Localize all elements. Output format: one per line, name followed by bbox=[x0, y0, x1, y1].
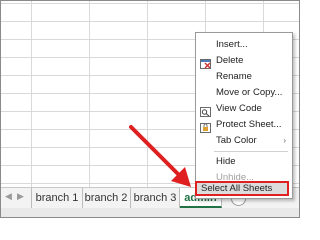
protect-sheet-icon bbox=[200, 120, 211, 133]
menu-item-label: Insert... bbox=[216, 39, 248, 50]
menu-separator bbox=[214, 151, 288, 152]
sheet-context-menu: Insert... Delete Rename Move or Copy... … bbox=[195, 32, 293, 199]
menu-item-tab-color[interactable]: Tab Color › bbox=[196, 133, 292, 149]
menu-item-view-code[interactable]: View Code bbox=[196, 101, 292, 117]
menu-item-move-or-copy[interactable]: Move or Copy... bbox=[196, 85, 292, 101]
delete-sheet-icon bbox=[200, 56, 211, 69]
excel-window: ◀ ▶ branch 1 branch 2 branch 3 admin + I… bbox=[0, 0, 300, 218]
menu-item-label: Delete bbox=[216, 55, 244, 66]
view-code-icon bbox=[200, 104, 211, 117]
menu-item-label: Tab Color bbox=[216, 135, 257, 146]
menu-item-label: Hide bbox=[216, 156, 236, 167]
menu-item-label: Protect Sheet... bbox=[216, 119, 282, 130]
menu-item-label: Rename bbox=[216, 71, 252, 82]
menu-item-label: View Code bbox=[216, 103, 262, 114]
submenu-arrow-icon: › bbox=[283, 136, 286, 145]
menu-item-insert[interactable]: Insert... bbox=[196, 37, 292, 53]
menu-item-rename[interactable]: Rename bbox=[196, 69, 292, 85]
red-highlight-box bbox=[195, 181, 289, 196]
menu-item-delete[interactable]: Delete bbox=[196, 53, 292, 69]
menu-item-label: Move or Copy... bbox=[216, 87, 283, 98]
menu-item-protect-sheet[interactable]: Protect Sheet... bbox=[196, 117, 292, 133]
menu-item-hide[interactable]: Hide bbox=[196, 154, 292, 170]
